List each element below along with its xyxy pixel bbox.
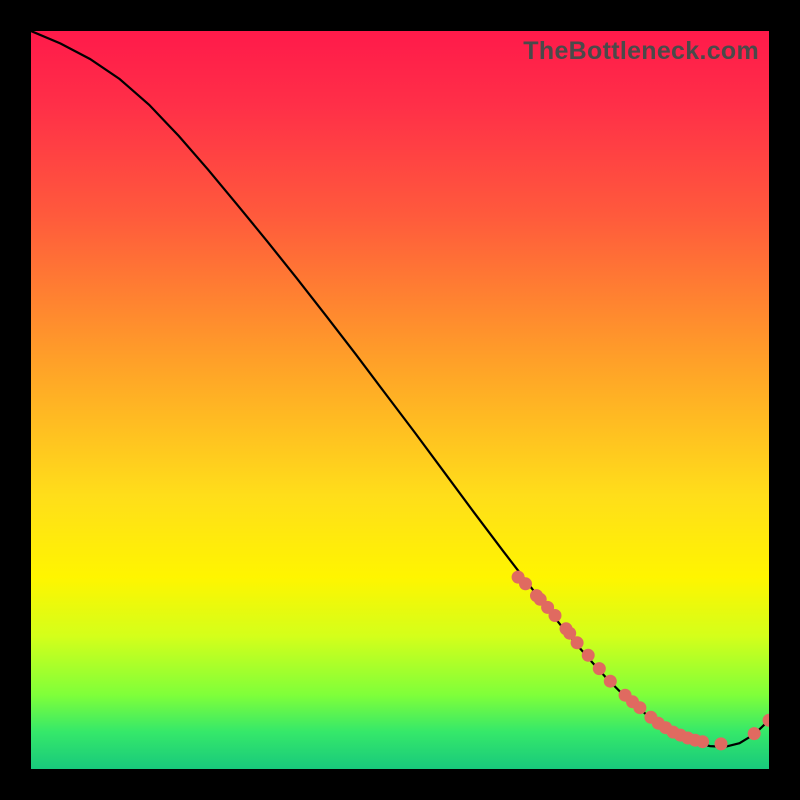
data-dot — [748, 727, 761, 740]
data-dot — [582, 649, 595, 662]
data-dot — [715, 737, 728, 750]
data-dot — [519, 577, 532, 590]
data-dot — [633, 701, 646, 714]
data-dot — [604, 675, 617, 688]
data-dot — [593, 662, 606, 675]
chart-container: TheBottleneck.com — [0, 0, 800, 800]
data-dot — [696, 735, 709, 748]
chart-svg — [31, 31, 769, 769]
plot-area: TheBottleneck.com — [31, 31, 769, 769]
curve-line — [31, 31, 769, 747]
data-dots — [512, 571, 769, 751]
curve-path — [31, 31, 769, 747]
data-dot — [571, 636, 584, 649]
data-dot — [549, 609, 562, 622]
